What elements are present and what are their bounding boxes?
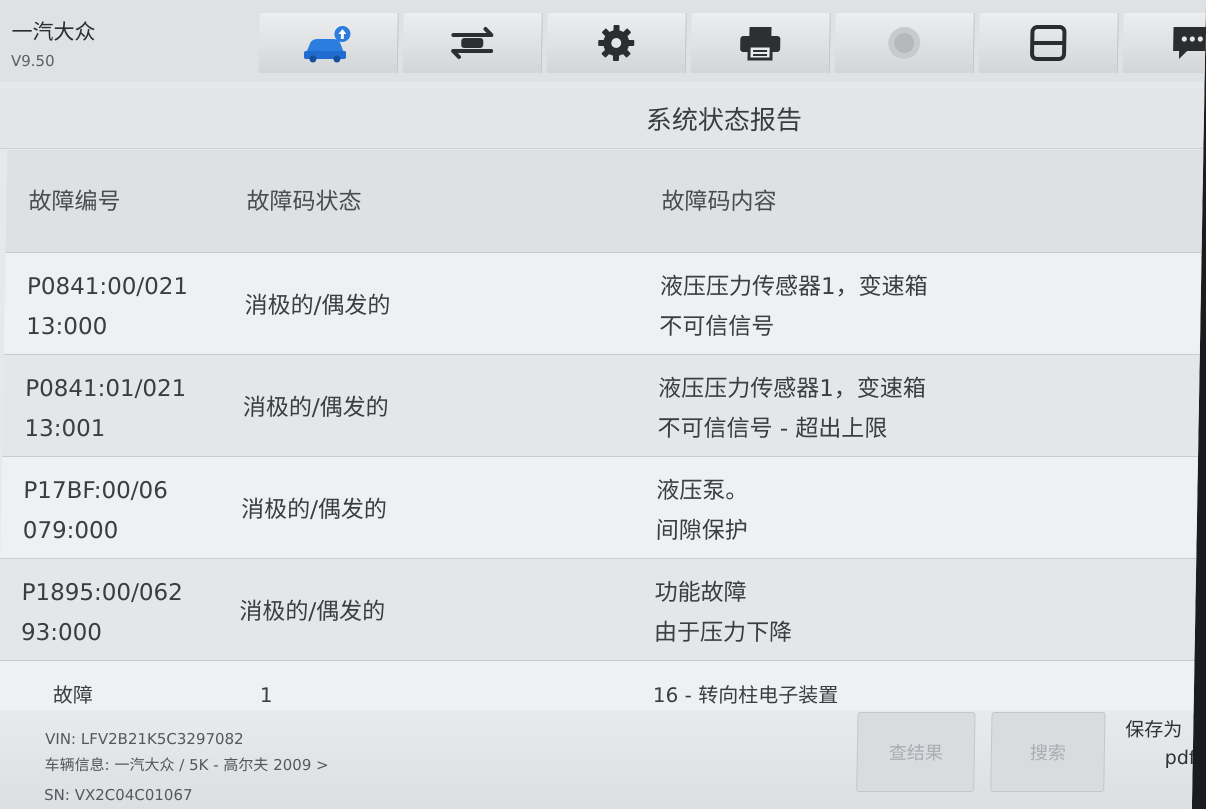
- gear-icon: [598, 25, 635, 61]
- version-label: V9.50: [10, 52, 55, 70]
- table-row[interactable]: P1895:00/062 93:000 消极的/偶发的 功能故障 由于压力下降: [0, 559, 1206, 661]
- footer-bar: VIN: LFV2B21K5C3297082 车辆信息: 一汽大众 / 5K -…: [0, 710, 1206, 809]
- message-button[interactable]: [1122, 13, 1206, 73]
- summary-content: 16 - 转向柱电子装置: [652, 683, 839, 707]
- save-pdf-button[interactable]: 保存为 pdf: [1125, 716, 1197, 772]
- results-button[interactable]: 查结果: [856, 712, 976, 792]
- brand-label: 一汽大众: [11, 20, 96, 44]
- vehicle-switch-button[interactable]: [402, 13, 543, 73]
- search-button[interactable]: 搜索: [990, 712, 1106, 792]
- page-title: 系统状态报告: [645, 106, 803, 136]
- print-button[interactable]: [690, 13, 831, 73]
- fault-content: 液压压力传感器1，变速箱 不可信信号: [659, 274, 928, 340]
- header-fault-status: 故障码状态: [246, 189, 362, 215]
- chat-icon: [1173, 27, 1206, 59]
- table-header: 故障编号 故障码状态 故障码内容: [5, 150, 1206, 253]
- vehicle-info-label: 车辆信息: 一汽大众 / 5K - 高尔夫 2009 >: [44, 756, 329, 774]
- settings-button[interactable]: [546, 13, 687, 73]
- fault-content: 功能故障 由于压力下降: [653, 580, 793, 646]
- printer-icon: [740, 27, 781, 61]
- save-button[interactable]: [978, 13, 1119, 73]
- title-bar: 系统状态报告: [0, 88, 1206, 149]
- top-toolbar: 一汽大众 V9.50: [0, 0, 1206, 82]
- record-button[interactable]: [834, 13, 975, 73]
- table-row[interactable]: P0841:01/021 13:001 消极的/偶发的 液压压力传感器1，变速箱不…: [2, 355, 1206, 457]
- fault-content: 液压泵。 间隙保护: [655, 478, 749, 544]
- fault-code-table: 故障编号 故障码状态 故障码内容 P0841:00/021 13:000 消极的/…: [0, 150, 1206, 722]
- fault-status: 消极的/偶发的: [244, 293, 391, 319]
- fault-status: 消极的/偶发的: [239, 599, 386, 625]
- fault-code: P17BF:00/06 079:000: [22, 478, 169, 544]
- fault-content: 液压压力传感器1，变速箱 不可信信号 - 超出上限: [657, 376, 927, 442]
- vin-label: VIN: LFV2B21K5C3297082: [44, 730, 244, 748]
- fault-status: 消极的/偶发的: [240, 497, 388, 523]
- table-row[interactable]: P17BF:00/06 079:000 消极的/偶发的 液压泵。 间隙保护: [0, 457, 1206, 559]
- header-fault-number: 故障编号: [28, 189, 121, 215]
- summary-value: 1: [259, 683, 273, 707]
- header-fault-content: 故障码内容: [661, 189, 777, 215]
- diagnostic-screen: 一汽大众 V9.50 系统状态报告 故障编号 故障码状态 故障码内容 P0841…: [0, 0, 1206, 809]
- summary-label: 故障: [52, 683, 94, 707]
- fault-code: P1895:00/062 93:000: [20, 580, 183, 646]
- car-upload-icon: [304, 26, 351, 63]
- table-row[interactable]: P0841:00/021 13:000 消极的/偶发的 液压压力传感器1，变速箱不…: [3, 253, 1206, 355]
- vehicle-upload-button[interactable]: [258, 13, 399, 73]
- serial-number-label: SN: VX2C04C01067: [43, 786, 193, 804]
- fault-status: 消极的/偶发的: [242, 395, 389, 421]
- fault-code: P0841:00/021 13:000: [26, 274, 189, 340]
- save-icon: [1030, 25, 1067, 61]
- cars-swap-icon: [451, 27, 494, 59]
- fault-code: P0841:01/021 13:001: [24, 376, 187, 442]
- record-icon: [888, 27, 921, 59]
